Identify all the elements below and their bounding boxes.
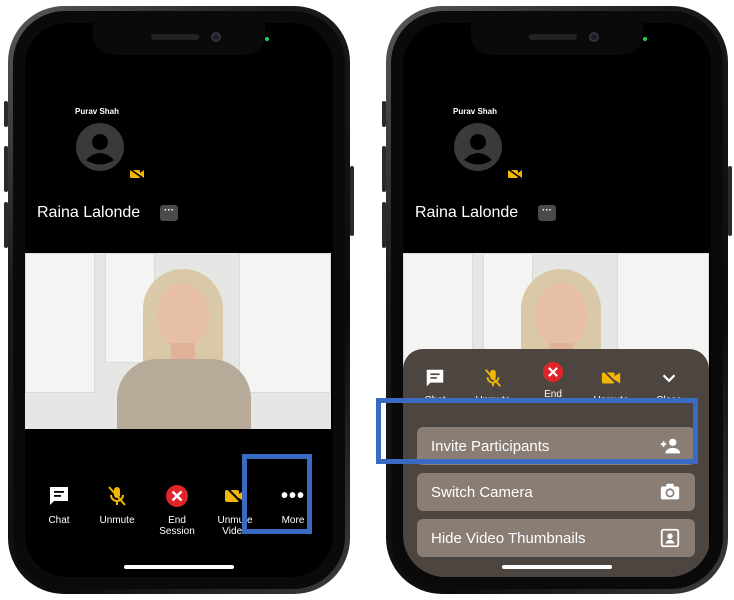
end-session-button[interactable]: End — [527, 359, 579, 400]
mic-off-icon — [103, 483, 131, 509]
chat-icon — [45, 483, 73, 509]
end-label-2: Session — [159, 526, 195, 537]
switch-camera-label: Switch Camera — [431, 483, 533, 501]
phone-right: Purav Shah Raina Lalonde ··· Chat Unmute… — [376, 6, 732, 594]
host-options-button[interactable]: ··· — [160, 205, 178, 221]
host-name: Raina Lalonde — [415, 204, 519, 221]
host-options-button[interactable]: ··· — [538, 205, 556, 221]
chat-icon — [422, 365, 448, 391]
phone-left: Purav Shah Raina Lalonde ··· Chat Unmute… — [4, 6, 354, 594]
stage: Purav Shah Raina Lalonde ··· Chat Unmute… — [0, 0, 734, 600]
mic-off-icon — [480, 365, 506, 391]
camera-off-icon — [129, 168, 145, 180]
home-indicator — [502, 565, 612, 569]
chat-label: Chat — [48, 515, 70, 526]
avatar-icon — [454, 123, 502, 171]
chevron-down-icon — [656, 365, 682, 391]
end-label-1: End — [168, 515, 186, 526]
participant-name: Purav Shah — [75, 107, 120, 116]
host-name: Raina Lalonde — [37, 204, 141, 221]
notch — [93, 23, 269, 55]
chat-button[interactable]: Chat — [31, 483, 87, 526]
switch-camera-icon — [659, 481, 681, 503]
notch — [471, 23, 647, 55]
unmute-button[interactable]: Unmute — [89, 483, 145, 526]
video-off-icon — [598, 365, 624, 391]
participant-name: Purav Shah — [453, 107, 498, 116]
camera-off-icon — [507, 168, 523, 180]
hide-video-thumbnails-label: Hide Video Thumbnails — [431, 529, 586, 547]
more-highlight-box — [242, 454, 312, 534]
video-feed — [25, 253, 331, 429]
hide-video-thumbnails-item[interactable]: Hide Video Thumbnails — [417, 519, 695, 557]
switch-camera-item[interactable]: Switch Camera — [417, 473, 695, 511]
unmute-label: Unmute — [99, 515, 135, 526]
end-call-icon — [540, 359, 566, 385]
home-indicator — [124, 565, 234, 569]
call-screen-menu: Purav Shah Raina Lalonde ··· Chat Unmute… — [403, 23, 711, 577]
avatar-icon — [76, 123, 124, 171]
portrait-icon — [659, 527, 681, 549]
invite-highlight-box — [376, 398, 698, 464]
end-call-icon — [163, 483, 191, 509]
end-session-button[interactable]: End Session — [149, 483, 205, 537]
